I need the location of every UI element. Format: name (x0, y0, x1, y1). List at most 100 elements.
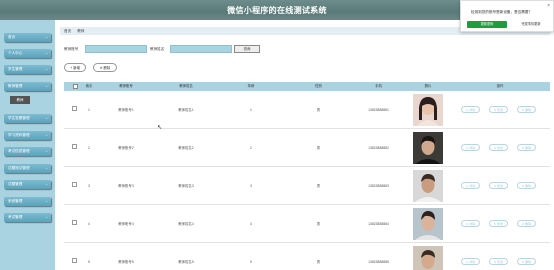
table-row: 4 教师账号4 教师姓名4 4 男 13823888884 ◎ 详情 ✎ 修改 … (64, 205, 550, 243)
mouse-cursor-icon: ↖ (157, 125, 163, 131)
row-delete-button[interactable]: ⊘ 删除 (517, 220, 536, 227)
chevron-down-icon: ⌄ (44, 67, 48, 71)
popup-cancel-button[interactable]: 完成事情更新 (511, 21, 551, 28)
sidebar-item-home[interactable]: 首页 ⌄ (4, 33, 51, 42)
sidebar-item-teachers[interactable]: 教师管理 ⌄ (4, 82, 51, 91)
close-icon[interactable]: × (547, 3, 550, 9)
account-label: 教师账号 (64, 47, 79, 51)
sidebar-subitem-teacher[interactable]: 教师 (10, 96, 30, 104)
col-phone: 手机 (375, 84, 382, 88)
row-checkbox[interactable] (72, 106, 77, 111)
row-checkbox[interactable] (72, 144, 77, 149)
detail-button[interactable]: ◎ 详情 (461, 182, 480, 189)
sidebar-item-label: 教师管理 (8, 84, 23, 88)
cell-age: 1 (250, 108, 252, 112)
chevron-down-icon: ⌄ (44, 51, 48, 55)
cell-age: 4 (250, 222, 252, 226)
cell-phone: 13823888882 (368, 146, 389, 150)
chevron-down-icon: ⌄ (44, 116, 48, 120)
detail-button[interactable]: ◎ 详情 (461, 258, 480, 265)
update-password-button[interactable]: 更新密码 (467, 21, 507, 28)
row-delete-button[interactable]: ⊘ 删除 (517, 258, 536, 265)
sidebar-item-system[interactable]: 系统管理 ⌄ (4, 197, 51, 206)
chevron-down-icon: ⌄ (44, 182, 48, 186)
name-search-input[interactable] (170, 45, 232, 53)
account-search-input[interactable] (85, 45, 147, 53)
cell-name: 教师姓名4 (178, 222, 194, 226)
add-button[interactable]: + 新增 (64, 63, 86, 72)
chevron-down-icon: ⌄ (44, 199, 48, 203)
detail-button[interactable]: ◎ 详情 (461, 220, 480, 227)
cell-gender: 男 (316, 146, 321, 150)
cell-phone: 13823888881 (368, 108, 389, 112)
sidebar-item-label: 学生管理 (8, 67, 23, 71)
sidebar-item-materials[interactable]: 学习资料管理 ⌄ (4, 131, 51, 140)
sidebar-item-label: 考试信息管理 (8, 149, 30, 153)
cell-age: 5 (250, 260, 252, 264)
cell-gender: 男 (316, 260, 321, 264)
cell-name: 教师姓名3 (178, 184, 194, 188)
cell-age: 3 (250, 184, 252, 188)
search-button[interactable]: 查询 (234, 45, 260, 53)
chevron-down-icon: ⌄ (44, 84, 48, 88)
cell-account: 教师账号2 (118, 146, 134, 150)
col-actions: 操作 (496, 84, 504, 88)
edit-button[interactable]: ✎ 修改 (489, 220, 508, 227)
delete-button[interactable]: ⊘ 删除 (93, 63, 117, 72)
sidebar-item-label: 学生答题管理 (8, 116, 30, 120)
sidebar-item-students[interactable]: 学生管理 ⌄ (4, 65, 51, 74)
cell-index: 2 (88, 146, 90, 150)
cell-phone: 13823888883 (368, 184, 389, 188)
popup-message: 检测到您的账号是新设备，是否需要？ (471, 10, 533, 14)
col-index: 索引 (85, 84, 93, 88)
edit-button[interactable]: ✎ 修改 (489, 258, 508, 265)
col-gender: 性别 (315, 84, 322, 88)
row-checkbox[interactable] (72, 182, 77, 187)
sidebar-item-label: 系统管理 (8, 199, 23, 203)
row-checkbox[interactable] (72, 258, 77, 263)
edit-button[interactable]: ✎ 修改 (489, 106, 508, 113)
breadcrumb-home[interactable]: 首页 (64, 29, 71, 33)
sidebar-item-answers[interactable]: 学生答题管理 ⌄ (4, 114, 51, 123)
table-row: 3 教师账号3 教师姓名3 3 男 13823888883 ◎ 详情 ✎ 修改 … (64, 167, 550, 205)
cell-index: 1 (88, 108, 90, 112)
cell-account: 教师账号3 (118, 184, 134, 188)
cell-gender: 男 (316, 184, 321, 188)
edit-button[interactable]: ✎ 修改 (489, 182, 508, 189)
table-header: 索引 教师账号 教师姓名 年龄 性别 手机 照片 操作 (64, 82, 550, 91)
sidebar-item-profile[interactable]: 个人中心 ⌄ (4, 49, 51, 58)
chevron-down-icon: ⌄ (44, 133, 48, 137)
detail-button[interactable]: ◎ 详情 (461, 106, 480, 113)
password-popup: × 检测到您的账号是新设备，是否需要？ 更新密码 完成事情更新 (460, 0, 554, 32)
col-account: 教师账号 (119, 84, 133, 88)
sidebar-item-test[interactable]: 试题测试管理 ⌄ (4, 164, 51, 173)
sidebar: 首页 ⌄ 个人中心 ⌄ 学生管理 ⌄ 教师管理 ⌄ 教师 学生答题管理 ⌄ 学习资料管理 ⌄… (0, 20, 55, 270)
sidebar-item-exam-info[interactable]: 考试信息管理 ⌄ (4, 147, 51, 156)
row-delete-button[interactable]: ⊘ 删除 (517, 106, 536, 113)
teacher-photo (413, 170, 443, 202)
row-delete-button[interactable]: ⊘ 删除 (517, 144, 536, 151)
col-name: 教师姓名 (179, 84, 193, 88)
cell-gender: 男 (316, 108, 321, 112)
teacher-photo (413, 132, 443, 164)
cell-account: 教师账号1 (118, 108, 134, 112)
row-checkbox[interactable] (72, 220, 77, 225)
cell-gender: 男 (316, 222, 321, 226)
table-row: 2 教师账号2 教师姓名2 2 男 13823888882 ◎ 详情 ✎ 修改 … (64, 129, 550, 167)
sidebar-item-exams[interactable]: 考试管理 ⌄ (4, 213, 51, 222)
sidebar-item-label: 考试管理 (8, 215, 23, 219)
row-delete-button[interactable]: ⊘ 删除 (517, 182, 536, 189)
chevron-down-icon: ⌄ (44, 166, 48, 170)
main-content: 首页 教师 教师账号 教师姓名 查询 + 新增 ⊘ 删除 索引 教师账号 教师姓… (58, 20, 554, 270)
chevron-down-icon: ⌄ (44, 149, 48, 153)
cell-phone: 13823888885 (368, 260, 389, 264)
breadcrumb-current: 教师 (77, 29, 85, 33)
name-label: 教师姓名 (150, 47, 165, 51)
select-all-checkbox[interactable] (68, 82, 82, 91)
col-age: 年龄 (247, 84, 255, 88)
table-row: 5 教师账号5 教师姓名5 5 男 13823888885 ◎ 详情 ✎ 修改 … (64, 243, 550, 270)
detail-button[interactable]: ◎ 详情 (461, 144, 480, 151)
sidebar-item-questions[interactable]: 试题管理 ⌄ (4, 180, 51, 189)
chevron-down-icon: ⌄ (44, 215, 48, 219)
edit-button[interactable]: ✎ 修改 (489, 144, 508, 151)
